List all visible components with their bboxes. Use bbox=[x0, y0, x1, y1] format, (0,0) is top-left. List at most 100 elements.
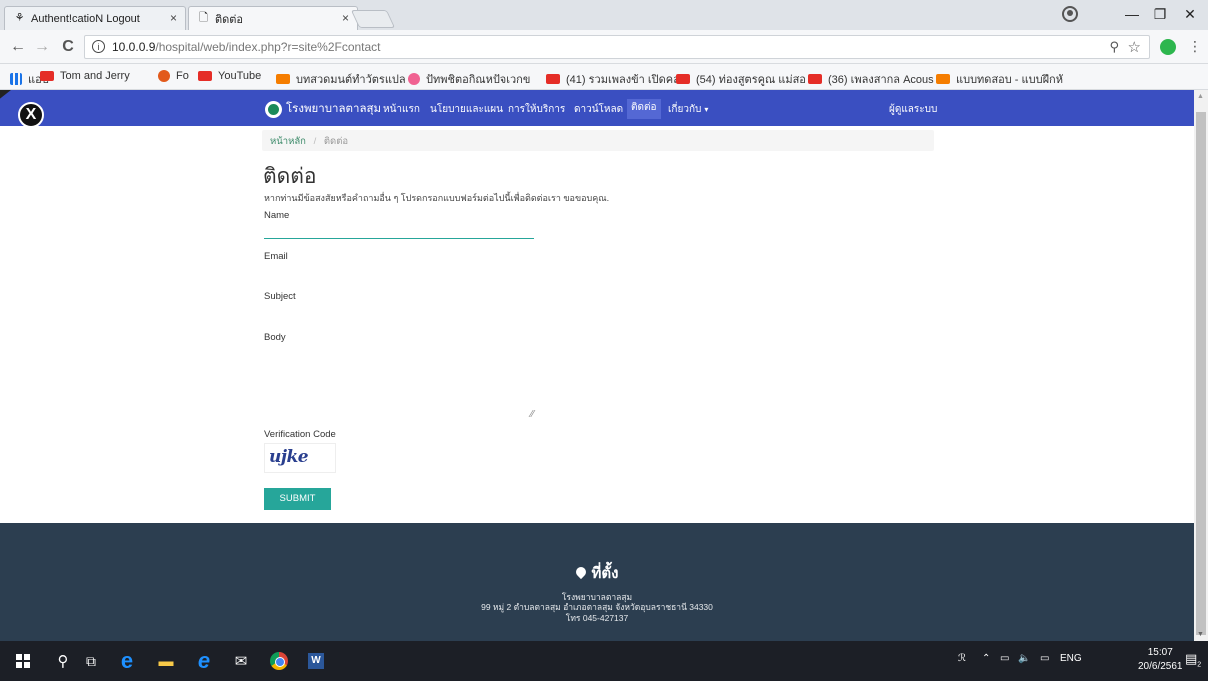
site-footer: ที่ตั้ง โรงพยาบาลตาลสุม 99 หมู่ 2 ตำบลตา… bbox=[0, 523, 1194, 641]
bookmark-item[interactable]: บทสวดมนต์ทำวัตรแปล bbox=[276, 70, 406, 88]
windows-logo-icon bbox=[16, 654, 30, 668]
url-path: /hospital/web/index.php?r=site%2Fcontact bbox=[155, 40, 381, 54]
resize-handle-icon[interactable]: ⁄⁄ bbox=[531, 409, 534, 420]
pink-icon bbox=[408, 73, 420, 85]
close-icon[interactable]: × bbox=[170, 11, 177, 25]
youtube-icon bbox=[40, 71, 54, 81]
tomato-icon bbox=[158, 70, 170, 82]
nav-services[interactable]: การให้บริการ bbox=[508, 102, 565, 117]
bookmark-item[interactable]: แบบทดสอบ - แบบฝึกหั bbox=[936, 70, 1063, 88]
bookmark-label: บทสวดมนต์ทำวัตรแปล bbox=[296, 74, 406, 86]
nav-about-label: เกี่ยวกับ bbox=[668, 104, 702, 115]
name-label: Name bbox=[264, 210, 290, 221]
word-taskbar-button[interactable]: W bbox=[305, 650, 327, 672]
info-icon[interactable]: i bbox=[92, 40, 105, 53]
bookmark-star-icon[interactable]: ☆ bbox=[1128, 38, 1141, 56]
notification-count: 2 bbox=[1197, 661, 1202, 669]
show-hidden-icons-icon[interactable]: ⌃ bbox=[982, 653, 990, 664]
bookmark-item[interactable]: (41) รวมเพลงข้า เปิดคล bbox=[546, 70, 680, 88]
mourning-ribbon-icon: X bbox=[18, 102, 44, 128]
file-explorer-icon[interactable]: ▬ bbox=[155, 650, 177, 672]
browser-menu-icon[interactable]: ⋮ bbox=[1188, 38, 1202, 55]
captcha-image[interactable]: ujke bbox=[264, 443, 336, 473]
address-bar[interactable]: i 10.0.0.9/hospital/web/index.php?r=site… bbox=[84, 35, 1150, 59]
hospital-logo-icon bbox=[265, 100, 282, 118]
clock-time: 15:07 bbox=[1147, 647, 1173, 658]
breadcrumb-current: ติดต่อ bbox=[323, 136, 349, 147]
youtube-icon bbox=[808, 74, 822, 84]
zoom-icon[interactable]: ⚲ bbox=[1109, 39, 1119, 55]
email-input[interactable] bbox=[264, 266, 534, 282]
network-icon[interactable]: ▭ bbox=[1000, 653, 1009, 664]
chevron-down-icon: ▾ bbox=[704, 105, 709, 114]
bookmark-item[interactable]: (54) ท่องสูตรคูณ แม่สอ bbox=[676, 70, 806, 88]
breadcrumb: หน้าหลัก / ติดต่อ bbox=[262, 130, 934, 151]
nav-home[interactable]: หน้าแรก bbox=[383, 102, 420, 117]
site-favicon-icon: ⚘ bbox=[14, 12, 25, 24]
edge-icon[interactable]: e bbox=[116, 648, 138, 673]
subject-input[interactable] bbox=[264, 306, 534, 322]
minimize-icon[interactable]: — bbox=[1122, 6, 1142, 22]
mail-icon[interactable]: ✉ bbox=[230, 650, 252, 672]
blogger-icon bbox=[276, 74, 290, 84]
notification-center-icon[interactable]: ▤2 bbox=[1185, 651, 1201, 669]
page-title: ติดต่อ bbox=[263, 165, 317, 188]
search-icon[interactable]: ⚲ bbox=[52, 650, 74, 672]
task-view-icon[interactable]: ⧉ bbox=[80, 650, 102, 672]
bookmark-label: YouTube bbox=[218, 70, 262, 82]
nav-download[interactable]: ดาวน์โหลด bbox=[574, 102, 623, 117]
chrome-taskbar-button[interactable] bbox=[268, 650, 290, 672]
site-brand[interactable]: โรงพยาบาลตาลสุม bbox=[265, 100, 381, 118]
language-indicator[interactable]: ENG bbox=[1060, 653, 1082, 664]
close-window-icon[interactable]: ✕ bbox=[1180, 6, 1200, 23]
profile-icon[interactable] bbox=[1062, 6, 1078, 22]
forward-arrow-icon[interactable]: → bbox=[32, 38, 52, 56]
start-button[interactable] bbox=[12, 650, 34, 672]
name-input[interactable] bbox=[264, 238, 534, 239]
blogger-icon bbox=[936, 74, 950, 84]
internet-explorer-icon[interactable]: e bbox=[193, 648, 215, 673]
nav-policy[interactable]: นโยบายและแผน bbox=[430, 102, 503, 117]
scroll-up-icon[interactable]: ▲ bbox=[1197, 93, 1204, 100]
tab-title: ติดต่อ bbox=[215, 13, 244, 26]
reload-icon[interactable]: C bbox=[58, 38, 78, 56]
footer-phone: โทร 045-427137 bbox=[565, 613, 629, 623]
volume-icon[interactable]: 🔈 bbox=[1018, 653, 1030, 664]
new-tab-button[interactable] bbox=[350, 10, 396, 28]
page-scrollbar[interactable]: ▲ ▼ bbox=[1194, 90, 1208, 641]
site-navbar: X โรงพยาบาลตาลสุม หน้าแรก นโยบายและแผน ก… bbox=[0, 90, 1194, 128]
submit-button[interactable]: SUBMIT bbox=[264, 488, 331, 510]
nav-contact[interactable]: ติดต่อ bbox=[627, 99, 661, 119]
tab-contact[interactable]: 🗋 ติดต่อ × bbox=[188, 6, 358, 30]
bookmark-label: (54) ท่องสูตรคูณ แม่สอ bbox=[696, 74, 806, 86]
breadcrumb-home[interactable]: หน้าหลัก bbox=[270, 136, 306, 147]
scrollbar-thumb[interactable] bbox=[1196, 112, 1206, 635]
body-textarea[interactable]: ⁄⁄ bbox=[264, 350, 534, 420]
extension-icon[interactable] bbox=[1160, 39, 1176, 55]
browser-tab-strip: ⚘ Authent!catioN Logout × 🗋 ติดต่อ × — ❐… bbox=[0, 0, 1208, 30]
nav-about[interactable]: เกี่ยวกับ ▾ bbox=[668, 102, 708, 117]
subject-label: Subject bbox=[264, 291, 296, 302]
url-text[interactable]: 10.0.0.9/hospital/web/index.php?r=site%2… bbox=[112, 40, 381, 54]
maximize-icon[interactable]: ❐ bbox=[1150, 6, 1170, 23]
close-icon[interactable]: × bbox=[342, 11, 349, 25]
bookmark-youtube[interactable]: YouTube bbox=[198, 70, 261, 82]
windows-taskbar: ⚲ ⧉ e ▬ e ✉ W ℛ ⌃ ▭ 🔈 ▭ ENG 15:07 20/6/2… bbox=[0, 641, 1208, 681]
bookmark-item[interactable]: Fo bbox=[158, 70, 189, 82]
footer-heading-text: ที่ตั้ง bbox=[591, 565, 619, 582]
tab-title: Authent!catioN Logout bbox=[31, 12, 140, 25]
bookmark-item[interactable]: Tom and Jerry bbox=[40, 70, 130, 82]
back-arrow-icon[interactable]: ← bbox=[8, 38, 28, 56]
clock-date: 20/6/2561 bbox=[1138, 661, 1183, 672]
page-icon: 🗋 bbox=[199, 12, 208, 24]
clock[interactable]: 15:07 20/6/2561 bbox=[1138, 646, 1183, 674]
admin-login-link[interactable]: ผู้ดูแลระบบ bbox=[889, 102, 937, 117]
scroll-down-icon[interactable]: ▼ bbox=[1197, 631, 1204, 638]
people-icon[interactable]: ℛ bbox=[958, 653, 966, 664]
tab-logout[interactable]: ⚘ Authent!catioN Logout × bbox=[4, 6, 186, 30]
keyboard-icon[interactable]: ▭ bbox=[1040, 653, 1049, 664]
bookmark-item[interactable]: ปัทพชิตอกิณหปัจเวกข bbox=[408, 70, 530, 88]
chrome-icon bbox=[270, 652, 288, 670]
bookmark-item[interactable]: (36) เพลงสากล Acous bbox=[808, 70, 934, 88]
bookmark-label: Tom and Jerry bbox=[60, 70, 130, 82]
